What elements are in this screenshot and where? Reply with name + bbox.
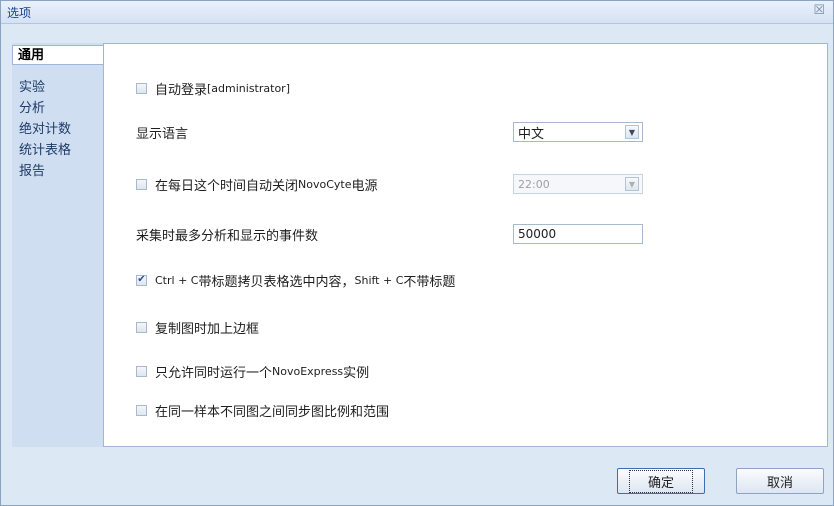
single-instance-checkbox[interactable]	[136, 365, 147, 377]
max-events-label: 采集时最多分析和显示的事件数	[136, 225, 319, 244]
copy-border-label: 复制图时加上边框	[155, 321, 260, 337]
single-instance-label-post: 实例	[343, 365, 370, 381]
single-instance-option[interactable]: 只允许同时运行一个 NovoExpress 实例	[136, 362, 370, 381]
title-bar: 选项 ☒	[1, 1, 833, 24]
max-events-input[interactable]: 50000	[513, 224, 643, 244]
auto-shutdown-label-pre: 在每日这个时间自动关闭	[155, 178, 299, 194]
copy-header-shortcut-ctrl: Ctrl + C	[155, 273, 199, 287]
nav-item-absolute-count[interactable]: 绝对计数	[14, 120, 103, 139]
language-label-text: 显示语言	[136, 126, 189, 142]
cancel-button[interactable]: 取消	[736, 468, 824, 494]
auto-login-checkbox[interactable]	[136, 82, 147, 94]
shutdown-time-value: 22:00	[518, 177, 550, 191]
single-instance-label-pre: 只允许同时运行一个	[155, 365, 273, 381]
copy-header-label-d: 不带标题	[403, 274, 456, 290]
ok-button-label: 确定	[628, 469, 693, 493]
single-instance-app: NovoExpress	[272, 364, 344, 378]
options-dialog: 选项 ☒ 通用 实验 分析 绝对计数 统计表格 报告 自动登录 [adminis…	[0, 0, 834, 506]
nav-item-general[interactable]: 通用	[12, 45, 116, 65]
copy-border-option[interactable]: 复制图时加上边框	[136, 318, 260, 337]
language-label: 显示语言	[136, 123, 189, 142]
auto-shutdown-device: NovoCyte	[298, 177, 352, 191]
checkmark-icon: ✔	[137, 274, 146, 285]
auto-shutdown-label-post: 电源	[351, 178, 378, 194]
sync-plots-option[interactable]: 在同一样本不同图之间同步图比例和范围	[136, 401, 390, 420]
nav-item-statistics-table[interactable]: 统计表格	[14, 141, 103, 160]
copy-header-option[interactable]: ✔ Ctrl + C 带标题拷贝表格选中内容， Shift + C 不带标题	[136, 271, 456, 290]
auto-shutdown-checkbox[interactable]	[136, 178, 147, 190]
language-selected-value: 中文	[518, 126, 545, 142]
copy-header-shortcut-shift: Shift + C	[354, 273, 404, 287]
shutdown-time-select[interactable]: 22:00 ▼	[513, 174, 643, 194]
copy-header-checkbox[interactable]: ✔	[136, 274, 147, 286]
language-select[interactable]: 中文 ▼	[513, 122, 643, 142]
auto-login-user: [administrator]	[207, 81, 290, 95]
nav-item-analysis[interactable]: 分析	[14, 99, 103, 118]
auto-login-label: 自动登录	[155, 82, 208, 98]
options-nav: 通用 实验 分析 绝对计数 统计表格 报告	[12, 43, 116, 447]
chevron-down-icon[interactable]: ▼	[625, 125, 639, 139]
auto-login-option[interactable]: 自动登录 [administrator]	[136, 79, 290, 98]
dialog-title: 选项	[7, 6, 32, 20]
copy-border-checkbox[interactable]	[136, 321, 147, 333]
nav-item-experiment[interactable]: 实验	[14, 78, 103, 97]
nav-item-report[interactable]: 报告	[14, 162, 103, 181]
general-settings-panel: 自动登录 [administrator] 显示语言 中文 ▼ 在每日这个时间自动…	[103, 43, 828, 447]
auto-shutdown-option[interactable]: 在每日这个时间自动关闭 NovoCyte 电源	[136, 175, 378, 194]
sync-plots-checkbox[interactable]	[136, 404, 147, 416]
sync-plots-label: 在同一样本不同图之间同步图比例和范围	[155, 404, 390, 420]
copy-header-label-b: 带标题拷贝表格选中内容，	[198, 274, 355, 290]
ok-button[interactable]: 确定	[617, 468, 705, 494]
max-events-label-text: 采集时最多分析和显示的事件数	[136, 228, 319, 244]
close-icon[interactable]: ☒	[813, 3, 825, 18]
chevron-down-icon[interactable]: ▼	[625, 177, 639, 191]
